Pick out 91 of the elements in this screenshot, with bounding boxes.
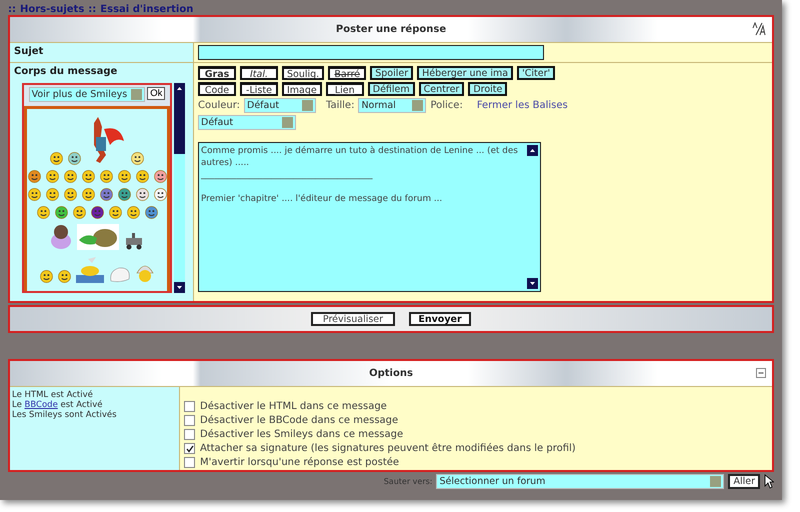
color-label: Couleur: [198,100,240,111]
status-text: Le BBCode est Activé [12,400,104,410]
panel-title: Options [369,368,413,379]
format-button[interactable]: Gras [198,66,236,80]
forum-select[interactable]: Sélectionner un forum [436,474,724,489]
scroll-up-icon[interactable] [527,145,538,156]
message-field[interactable]: Comme promis .... je démarre un tuto à destination de Lenine ... (et des autres) ..... _______________________________________ Premier 'chapitre' .... l'éditeur de message du forum ... [198,142,541,292]
smiley-icon[interactable] [28,170,40,183]
smiley-icon[interactable] [108,206,122,219]
checkbox[interactable] [184,415,195,426]
smiley-icon[interactable] [90,206,104,219]
smiley-icon[interactable] [68,152,81,165]
smiley-icon[interactable] [154,188,166,201]
format-button[interactable]: Code [198,82,236,96]
scroll-thumb[interactable] [174,94,185,154]
boat-drawing[interactable] [76,255,104,283]
smiley-icon[interactable] [100,188,112,201]
smiley-select[interactable]: Voir plus de Smileys [28,87,146,102]
go-button[interactable]: Aller [728,474,760,489]
format-button[interactable]: Droite [468,82,508,96]
breadcrumb-separator: :: [8,4,16,14]
smiley-icon[interactable] [72,206,86,219]
format-button[interactable]: Image [282,82,322,96]
checkbox-label: Désactiver le BBCode dans ce message [200,415,398,426]
smiley-icon[interactable] [144,206,158,219]
smiley-icon[interactable] [50,152,63,165]
format-button[interactable]: Héberger une ima [417,66,514,80]
format-button[interactable]: Soulig. [282,66,324,80]
body-label: Corps du message [14,66,118,77]
sheep-drawing[interactable] [50,224,72,250]
smiley-icon[interactable] [126,206,140,219]
format-button[interactable]: Centrer [418,82,464,96]
smiley-icon[interactable] [28,188,40,201]
font-size-icon[interactable] [752,22,766,36]
collapse-icon[interactable] [756,368,766,378]
scroll-up-icon[interactable] [174,83,185,94]
cursor-icon [764,474,774,489]
smiley-icon[interactable] [46,170,58,183]
subject-label: Sujet [14,46,44,57]
smiley-icon[interactable] [136,188,148,201]
smiley-icon[interactable] [64,170,76,183]
send-button[interactable]: Envoyer [409,312,471,326]
scrollbar[interactable] [174,83,185,293]
robot-drawing[interactable] [124,232,144,250]
size-select[interactable]: Normal [358,98,426,113]
checkbox[interactable] [184,429,195,440]
smiley-icon[interactable] [131,152,144,165]
smiley-icon[interactable] [118,170,130,183]
turtle-drawing[interactable] [77,224,119,250]
format-button[interactable]: Lien [326,82,364,96]
bbcode-link[interactable]: BBCode [24,400,58,410]
format-button[interactable]: 'Citer' [517,66,556,80]
preview-button[interactable]: Prévisualiser [311,312,395,326]
scroll-down-icon[interactable] [527,278,538,289]
format-button[interactable]: Ital. [240,66,278,80]
smiley-icon[interactable] [58,270,71,283]
smiley-icon[interactable] [82,170,94,183]
ok-button[interactable]: Ok [147,87,166,100]
smiley-icon[interactable] [36,206,50,219]
checkbox-label: Désactiver les Smileys dans ce message [200,429,404,440]
smiley-icon[interactable] [64,188,76,201]
checkbox[interactable] [184,401,195,412]
format-button[interactable]: Défilem [368,82,415,96]
close-tags-link[interactable]: Fermer les Balises [476,100,568,111]
format-button[interactable]: Spoiler [370,66,414,80]
smiley-icon[interactable] [118,188,130,201]
smiley-icon[interactable] [54,206,68,219]
format-button[interactable]: -Liste [240,82,278,96]
format-button[interactable]: Barré [328,66,366,80]
smiley-icon[interactable] [46,188,58,201]
color-select[interactable]: Défaut [244,98,316,113]
smiley-icon[interactable] [100,170,112,183]
smiley-icon[interactable] [154,170,166,183]
checkbox[interactable] [184,457,195,468]
jump-label: Sauter vers: [384,477,432,486]
checkbox[interactable] [184,443,195,454]
font-label: Police: [430,100,463,111]
size-label: Taille: [326,100,354,111]
smiley-icon[interactable] [82,188,94,201]
checkbox-label: M'avertir lorsqu'une réponse est postée [200,457,400,468]
status-text: Le HTML est Activé [12,390,94,400]
panel-title: Poster une réponse [336,24,446,35]
breadcrumb-separator: :: [88,4,96,14]
font-select[interactable]: Défaut [198,115,296,130]
subject-field[interactable] [198,45,544,60]
smiley-icon[interactable] [40,270,53,283]
checkbox-label: Désactiver le HTML dans ce message [200,401,387,412]
scroll-down-icon[interactable] [174,282,185,293]
checkbox-label: Attacher sa signature (les signatures peuvent être modifiées dans le profil) [200,443,576,454]
status-text: Les Smileys sont Activés [12,410,118,420]
smiley-icon[interactable] [136,170,148,183]
